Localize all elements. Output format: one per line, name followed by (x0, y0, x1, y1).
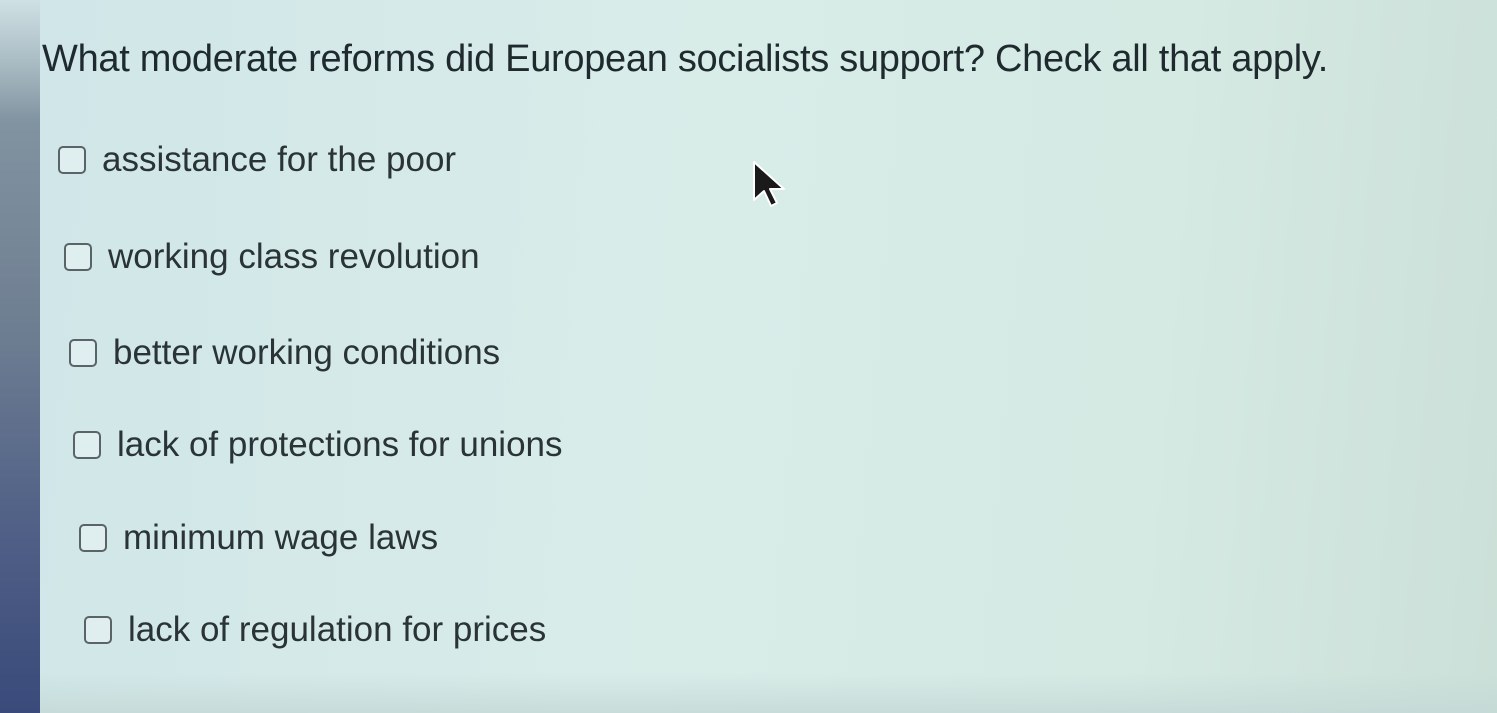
question-text: What moderate reforms did European socia… (42, 38, 1329, 80)
option-working-class-revolution[interactable]: working class revolution (64, 237, 480, 277)
option-label: working class revolution (108, 237, 480, 276)
option-label: lack of regulation for prices (128, 610, 547, 649)
option-minimum-wage-laws[interactable]: minimum wage laws (79, 518, 438, 558)
option-label: better working conditions (113, 333, 501, 372)
bottom-shade (40, 673, 1497, 713)
option-lack-of-regulation-for-prices[interactable]: lack of regulation for prices (84, 610, 546, 650)
mouse-pointer-icon (753, 161, 785, 207)
checkbox[interactable] (84, 616, 112, 644)
checkbox[interactable] (69, 339, 97, 367)
option-lack-of-protections-for-unions[interactable]: lack of protections for unions (73, 425, 563, 465)
option-label: minimum wage laws (123, 518, 439, 557)
option-label: lack of protections for unions (117, 425, 563, 464)
bezel-highlight (0, 0, 40, 120)
option-assistance-for-the-poor[interactable]: assistance for the poor (58, 140, 456, 180)
checkbox[interactable] (73, 431, 101, 459)
checkbox[interactable] (64, 243, 92, 271)
option-better-working-conditions[interactable]: better working conditions (69, 333, 500, 373)
option-label: assistance for the poor (102, 140, 457, 179)
checkbox[interactable] (79, 524, 107, 552)
checkbox[interactable] (58, 146, 86, 174)
